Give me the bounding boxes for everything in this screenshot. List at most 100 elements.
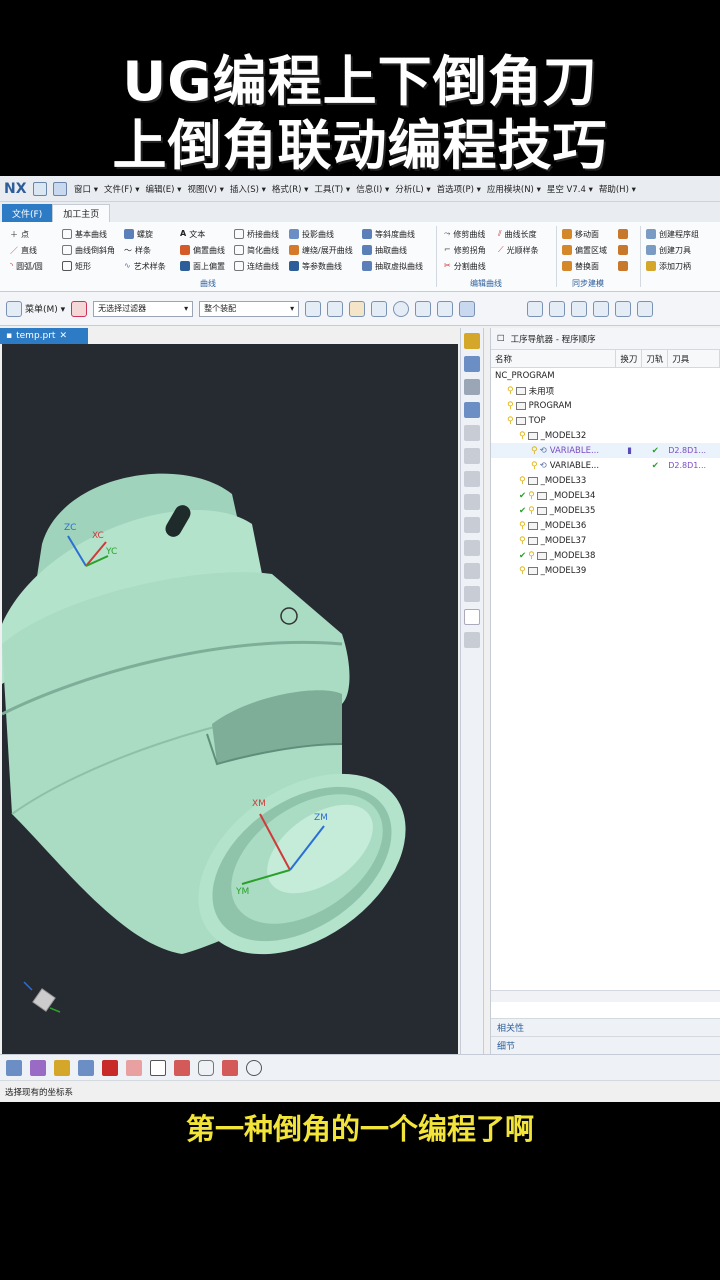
create-geometry-icon[interactable] (54, 1059, 70, 1076)
helix-button[interactable]: 螺旋 (124, 226, 166, 242)
offset-region-button[interactable]: 偏置区域 (562, 242, 607, 258)
tree-row[interactable]: ⚲ _MODEL32 (491, 428, 720, 443)
rectangle-button[interactable]: 矩形 (62, 258, 115, 274)
sync-icon-3[interactable] (618, 258, 631, 274)
col-tool-change[interactable]: 换刀 (616, 350, 643, 367)
menu-view[interactable]: 视图(V) ▾ (187, 183, 223, 195)
square-icon[interactable] (150, 1059, 166, 1076)
more-icon[interactable] (637, 300, 654, 317)
close-icon[interactable]: ✕ (59, 331, 67, 341)
col-toolpath[interactable]: 刀轨 (642, 350, 669, 367)
divide-curve-button[interactable]: ✂ 分割曲线 (444, 258, 486, 274)
sync-icon-2[interactable] (618, 242, 631, 258)
tree-row[interactable]: ⚲ _MODEL33 (491, 473, 720, 488)
snap-icon[interactable] (327, 300, 344, 317)
text-button[interactable]: A 文本 (180, 226, 225, 242)
create-program-group-button[interactable]: 创建程序组 (646, 226, 699, 242)
tree-row[interactable]: ⚲ TOP (491, 413, 720, 428)
add-holder-button[interactable]: 添加刀柄 (646, 258, 699, 274)
part-navigator-icon[interactable] (464, 356, 480, 372)
extract-virtual-curve-button[interactable]: 抽取虚拟曲线 (362, 258, 423, 274)
menu-application[interactable]: 应用模块(N) ▾ (487, 183, 541, 195)
navigator-scrollbar[interactable] (491, 990, 720, 1002)
tree-row[interactable]: ✔ ⚲ _MODEL38 (491, 548, 720, 563)
verify-icon[interactable] (126, 1059, 142, 1076)
view-orient-icon[interactable] (615, 300, 632, 317)
main-menu-button[interactable]: 菜单(M) ▾ (6, 300, 65, 317)
shading-icon[interactable] (593, 300, 610, 317)
snap-icon[interactable] (415, 300, 432, 317)
selection-mode-icon[interactable] (71, 300, 88, 317)
shop-doc-icon[interactable] (222, 1059, 238, 1076)
smooth-spline-button[interactable]: ⟋ 光顺样条 (498, 242, 539, 258)
trim-corner-button[interactable]: ⌐ 修剪拐角 (444, 242, 486, 258)
library-icon[interactable] (464, 448, 480, 464)
menu-preferences[interactable]: 首选项(P) ▾ (437, 183, 481, 195)
assembly-navigator-icon[interactable] (464, 379, 480, 395)
zoom-icon[interactable] (549, 300, 566, 317)
menu-analysis[interactable]: 分析(L) ▾ (395, 183, 430, 195)
snap-icon[interactable] (305, 300, 322, 317)
menu-file[interactable]: 文件(F) ▾ (104, 183, 140, 195)
curve-chamfer-button[interactable]: 曲线倒斜角 (62, 242, 115, 258)
hexagon-icon[interactable] (198, 1059, 214, 1076)
dependencies-panel[interactable]: 相关性 (491, 1018, 720, 1036)
studio-spline-button[interactable]: ∿ 艺术样条 (124, 258, 166, 274)
sync-icon-1[interactable] (618, 226, 631, 242)
tree-row[interactable]: ✔ ⚲ _MODEL34 (491, 488, 720, 503)
basic-curve-button[interactable]: 基本曲线 (62, 226, 115, 242)
rotate-icon[interactable] (571, 300, 588, 317)
tree-row[interactable]: ⚲ _MODEL39 (491, 563, 720, 578)
postprocess-icon[interactable] (174, 1059, 190, 1076)
fixture-icon[interactable] (464, 563, 480, 579)
curve-length-button[interactable]: ⫽ 曲线长度 (498, 226, 539, 242)
navigator-icon[interactable] (464, 333, 480, 349)
wrap-unwrap-button[interactable]: 缠绕/展开曲线 (289, 242, 353, 258)
tree-row[interactable]: ⚲ _MODEL36 (491, 518, 720, 533)
join-curve-button[interactable]: 连结曲线 (234, 258, 279, 274)
menu-window[interactable]: 窗口 ▾ (74, 183, 98, 195)
menu-format[interactable]: 格式(R) ▾ (272, 183, 309, 195)
graphics-viewport[interactable]: ZC XC YC XM ZM YM (2, 344, 458, 1054)
reuse-icon[interactable] (464, 540, 480, 556)
details-panel[interactable]: 细节 (491, 1036, 720, 1054)
snap-icon[interactable] (393, 300, 410, 317)
offset-in-face-button[interactable]: 面上偏置 (180, 258, 225, 274)
create-program-icon[interactable] (6, 1059, 22, 1076)
document-tab[interactable]: ▪ temp.prt ✕ (0, 328, 88, 344)
extract-curve-button[interactable]: 抽取曲线 (362, 242, 423, 258)
snap-icon[interactable] (437, 300, 454, 317)
col-tool[interactable]: 刀具 (668, 350, 720, 367)
point-button[interactable]: ＋点 (10, 226, 43, 242)
blank-icon[interactable] (464, 609, 480, 625)
tree-row[interactable]: ⚲ PROGRAM (491, 398, 720, 413)
snap-icon[interactable] (349, 300, 366, 317)
offset-curve-button[interactable]: 偏置曲线 (180, 242, 225, 258)
col-name[interactable]: 名称 (491, 350, 617, 367)
create-tool-icon[interactable] (30, 1059, 46, 1076)
tree-row[interactable]: ⚲ ⟲ VARIABLE... ✔ D2.8D1... (491, 458, 720, 473)
isoparametric-curve-button[interactable]: 等参数曲线 (289, 258, 353, 274)
process-icon[interactable] (464, 586, 480, 602)
arc-circle-button[interactable]: ◝ 圆弧/圆 (10, 258, 43, 274)
create-method-icon[interactable] (78, 1059, 94, 1076)
line-button[interactable]: ／直线 (10, 242, 43, 258)
assembly-scope-select[interactable]: 整个装配 ▾ (199, 300, 300, 317)
list-icon[interactable] (464, 632, 480, 648)
tree-row[interactable]: ⚲ _MODEL37 (491, 533, 720, 548)
tool-icon[interactable] (464, 471, 480, 487)
history-icon[interactable] (464, 425, 480, 441)
replace-face-button[interactable]: 替换面 (562, 258, 607, 274)
tree-row[interactable]: ⚲ ⟲ VARIABLE... ▮ ✔ D2.8D1... (491, 443, 720, 458)
window-icon[interactable] (53, 181, 67, 196)
tree-row[interactable]: ⚲ 未用项 (491, 383, 720, 398)
circle-icon[interactable] (246, 1059, 262, 1076)
project-curve-button[interactable]: 投影曲线 (289, 226, 353, 242)
spline-button[interactable]: 〜样条 (124, 242, 166, 258)
menu-insert[interactable]: 插入(S) ▾ (230, 183, 266, 195)
snap-icon[interactable] (371, 300, 388, 317)
menu-xingkong[interactable]: 星空 V7.4 ▾ (547, 183, 593, 195)
fit-view-icon[interactable] (527, 300, 544, 317)
snap-icon[interactable] (459, 300, 476, 317)
type-filter-select[interactable]: 无选择过滤器 ▾ (93, 300, 194, 317)
